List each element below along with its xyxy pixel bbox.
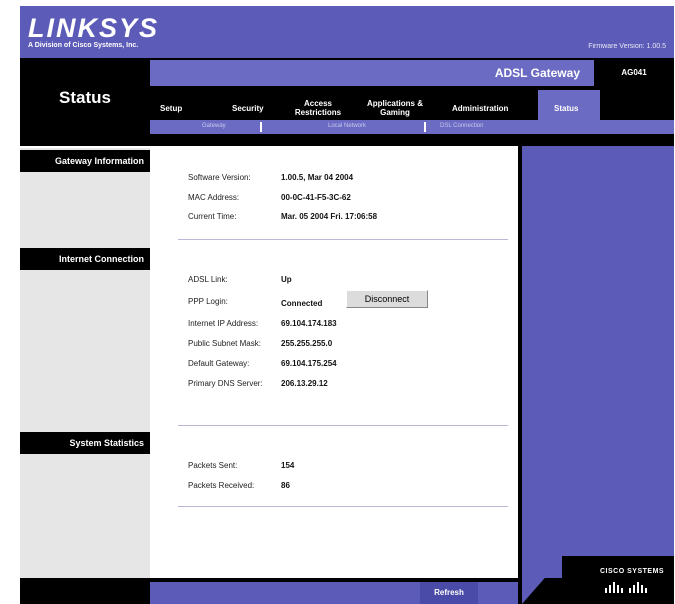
adsl-link-label: ADSL Link:: [188, 275, 228, 284]
logo-subtitle: A Division of Cisco Systems, Inc.: [28, 42, 139, 49]
mac-address-label: MAC Address:: [188, 193, 240, 202]
packets-sent-label: Packets Sent:: [188, 461, 238, 470]
internet-ip-value: 69.104.174.183: [281, 319, 337, 328]
packets-received-value: 86: [281, 481, 290, 490]
product-row: ADSL Gateway AG041: [150, 60, 674, 86]
refresh-button[interactable]: Refresh: [420, 582, 478, 604]
section-divider: [20, 146, 150, 148]
default-gateway-value: 69.104.175.254: [281, 359, 337, 368]
left-column: [20, 146, 150, 578]
right-column-border: [518, 146, 522, 578]
software-version-label: Software Version:: [188, 173, 251, 182]
sub-navigation: Gateway Local Network DSL Connection: [150, 120, 674, 134]
section-system-statistics: System Statistics: [20, 432, 150, 454]
subnav-dsl-connection[interactable]: DSL Connection: [440, 123, 483, 129]
firmware-version: Firmware Version: 1.00.5: [588, 43, 666, 50]
tab-security[interactable]: Security: [232, 104, 264, 113]
mac-address-value: 00-0C-41-F5-3C-62: [281, 193, 351, 202]
divider: [178, 239, 508, 240]
software-version-value: 1.00.5, Mar 04 2004: [281, 173, 354, 182]
tab-setup[interactable]: Setup: [160, 104, 182, 113]
section-internet-connection: Internet Connection: [20, 248, 150, 270]
tab-administration[interactable]: Administration: [452, 104, 508, 113]
tab-applications-gaming[interactable]: Applications & Gaming: [360, 99, 430, 117]
subnet-mask-value: 255.255.255.0: [281, 339, 333, 348]
product-name: ADSL Gateway: [494, 66, 580, 80]
divider: [178, 506, 508, 507]
section-gateway-information: Gateway Information: [20, 150, 150, 172]
cisco-systems-logo: CISCO SYSTEMS: [600, 568, 665, 575]
disconnect-button[interactable]: Disconnect: [346, 290, 428, 308]
default-gateway-label: Default Gateway:: [188, 359, 250, 368]
packets-received-label: Packets Received:: [188, 481, 255, 490]
subnet-mask-label: Public Subnet Mask:: [188, 339, 261, 348]
divider: [178, 425, 508, 426]
current-time-label: Current Time:: [188, 212, 237, 221]
tab-applications-gaming-label: Applications & Gaming: [366, 99, 423, 117]
right-column: [518, 146, 674, 578]
page-title: Status: [59, 88, 111, 107]
tab-status[interactable]: Status: [554, 104, 578, 113]
tab-access-restrictions-label: Access Restrictions: [294, 99, 342, 117]
subnav-separator: [260, 122, 262, 132]
current-time-value: Mar. 05 2004 Fri. 17:06:58: [281, 212, 378, 221]
cisco-bridge-icon: [605, 582, 647, 593]
subnav-separator: [424, 122, 426, 132]
packets-sent-value: 154: [281, 461, 295, 470]
ppp-login-label: PPP Login:: [188, 297, 228, 306]
adsl-link-value: Up: [281, 275, 292, 284]
linksys-logo: LINKSYS: [28, 13, 160, 43]
primary-dns-value: 206.13.29.12: [281, 379, 328, 388]
model-number: AG041: [594, 60, 674, 86]
ppp-login-value: Connected: [281, 299, 323, 308]
header: LINKSYS A Division of Cisco Systems, Inc…: [20, 6, 674, 58]
internet-ip-label: Internet IP Address:: [188, 319, 259, 328]
tab-access-restrictions[interactable]: Access Restrictions: [288, 99, 348, 117]
footer-corner: [522, 556, 564, 604]
subnav-local-network[interactable]: Local Network: [328, 123, 366, 129]
primary-dns-label: Primary DNS Server:: [188, 379, 263, 388]
subnav-gateway[interactable]: Gateway: [202, 123, 226, 129]
